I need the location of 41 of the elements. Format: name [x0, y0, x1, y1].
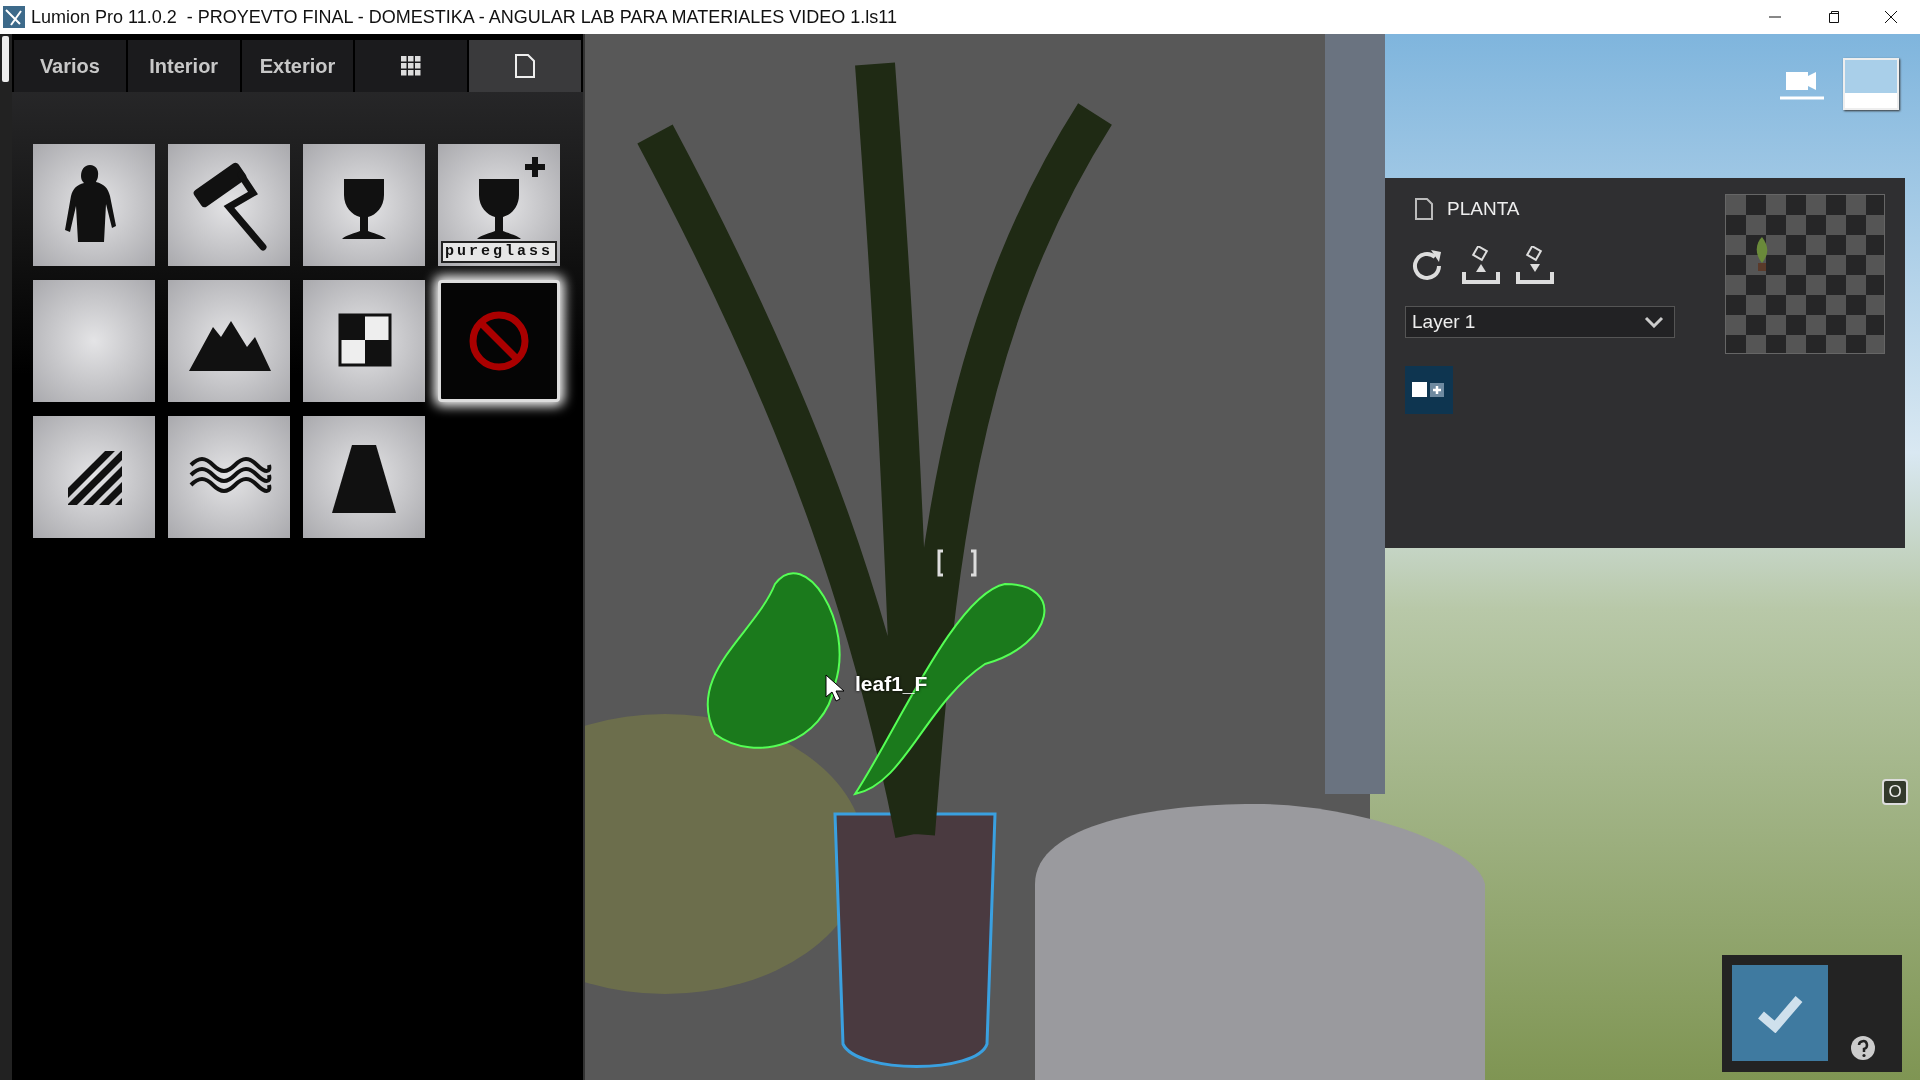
restore-icon [1827, 11, 1839, 23]
tile-label: pureglass [441, 241, 557, 263]
help-icon[interactable] [1850, 1035, 1876, 1061]
material-tile[interactable] [438, 280, 560, 402]
material-tile[interactable] [303, 144, 425, 266]
app-logo-icon [3, 6, 25, 28]
confirm-button[interactable] [1732, 965, 1828, 1061]
material-tile[interactable]: pureglass [438, 144, 560, 266]
focus-bracket-icon [935, 549, 979, 577]
preview-toggle-button[interactable] [1843, 58, 1899, 110]
material-tile[interactable] [33, 144, 155, 266]
scrollbar-thumb[interactable] [2, 36, 9, 82]
panel-title: PLANTA [1447, 198, 1520, 220]
page-icon [515, 54, 536, 78]
load-material-button[interactable] [1461, 246, 1501, 286]
page-icon [1415, 198, 1433, 220]
mouse-cursor-icon [825, 674, 845, 702]
checkmark-icon [1755, 993, 1805, 1033]
category-tab[interactable]: Interior [127, 40, 240, 92]
close-icon [1885, 11, 1897, 23]
material-tile[interactable] [168, 416, 290, 538]
bucket-upload-icon [1461, 246, 1501, 286]
material-tile[interactable] [33, 280, 155, 402]
material-tile[interactable] [168, 280, 290, 402]
window-title: Lumion Pro 11.0.2 - PROYEVTO FINAL - DOMESTIKA - ANGULAR LAB PARA MATERIALES VIDEO 1.ls11 [31, 6, 898, 28]
bucket-download-icon [1515, 246, 1555, 286]
material-tile[interactable] [303, 416, 425, 538]
grid-icon [401, 56, 422, 76]
grid-tab[interactable] [355, 40, 468, 92]
key-hint-badge: O [1882, 779, 1908, 805]
add-layer-button[interactable] [1405, 366, 1453, 414]
chevron-down-icon [1644, 316, 1664, 328]
layer-dropdown[interactable]: Layer 1 [1405, 306, 1675, 338]
material-tile[interactable] [303, 280, 425, 402]
page-tab[interactable] [469, 40, 581, 92]
add-layer-icon [1412, 382, 1446, 398]
category-tab[interactable]: Varios [14, 40, 126, 92]
save-material-button[interactable] [1515, 246, 1555, 286]
category-tab[interactable]: Exterior [241, 40, 354, 92]
material-tile[interactable] [33, 416, 155, 538]
material-tile[interactable] [168, 144, 290, 266]
